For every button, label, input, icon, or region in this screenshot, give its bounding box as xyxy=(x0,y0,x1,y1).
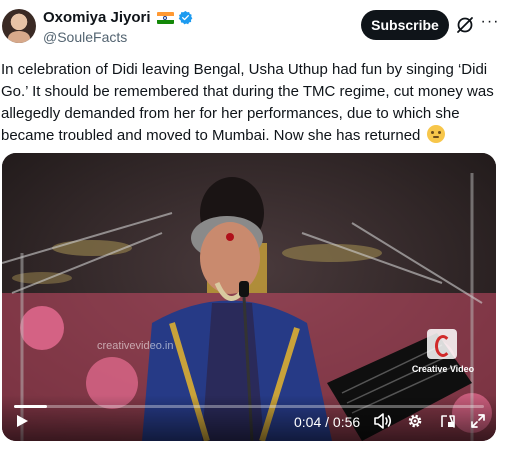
creative-video-logo-icon xyxy=(427,329,457,359)
author-display-name[interactable]: Oxomiya Jiyori xyxy=(43,9,151,26)
author-handle[interactable]: @SouleFacts xyxy=(43,29,127,45)
tweet-text-body: In celebration of Didi leaving Bengal, U… xyxy=(1,61,494,144)
more-icon[interactable]: ··· xyxy=(480,13,500,33)
video-time: 0:04 / 0:56 xyxy=(294,414,360,430)
video-watermark-label: Creative Video xyxy=(411,364,475,374)
subscribe-button[interactable]: Subscribe xyxy=(361,10,449,40)
video-url-watermark: creativevideo.in xyxy=(97,340,173,352)
video-progress-fill xyxy=(14,405,47,408)
play-icon[interactable] xyxy=(15,414,29,428)
verified-badge-icon xyxy=(178,10,192,25)
face-with-hand-over-mouth-emoji xyxy=(426,125,445,143)
video-current-time: 0:04 xyxy=(294,414,322,430)
grok-icon[interactable] xyxy=(455,15,475,35)
fullscreen-icon[interactable] xyxy=(470,413,486,429)
tweet-header: Oxomiya Jiyori @SouleFacts Subscribe ··· xyxy=(0,0,512,56)
india-flag-icon xyxy=(156,11,174,24)
video-time-separator: / xyxy=(321,414,333,430)
video-controls: 0:04 / 0:56 xyxy=(2,395,496,441)
volume-icon[interactable] xyxy=(374,413,392,429)
video-duration: 0:56 xyxy=(332,414,361,430)
tweet-text: In celebration of Didi leaving Bengal, U… xyxy=(1,59,506,147)
video-player[interactable]: creativevideo.in Creative Video 0:04 / 0… xyxy=(2,153,496,441)
gear-icon[interactable] xyxy=(407,413,423,429)
avatar[interactable] xyxy=(2,9,36,43)
video-progress-bar[interactable] xyxy=(14,405,484,408)
picture-in-picture-icon[interactable] xyxy=(440,413,456,429)
author-name-row: Oxomiya Jiyori xyxy=(43,9,193,26)
